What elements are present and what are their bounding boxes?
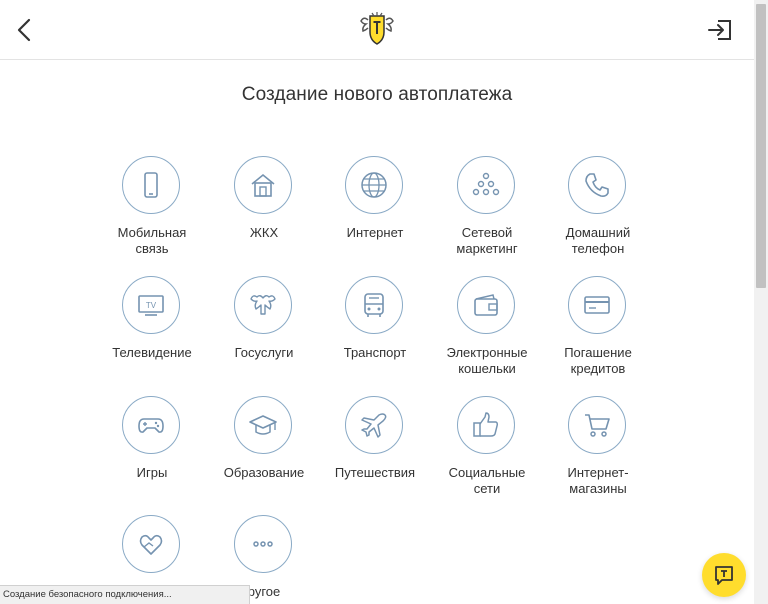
graduation-cap-icon <box>249 415 277 435</box>
category-label: Телевидение <box>112 345 192 360</box>
category-icon-circle[interactable] <box>345 156 403 214</box>
mobile-phone-icon <box>144 172 158 198</box>
category-icon-circle[interactable] <box>234 515 292 573</box>
gamepad-icon <box>138 418 164 433</box>
category-grid: Мобильная связь ЖКХ Интернет Сетевой маркет… <box>0 0 754 604</box>
more-dots-icon <box>253 541 273 547</box>
svg-text:TV: TV <box>146 301 157 310</box>
category-icon-circle[interactable]: TV <box>122 276 180 334</box>
scrollbar-thumb[interactable] <box>756 4 766 288</box>
category-label: Транспорт <box>343 345 407 360</box>
globe-icon <box>361 172 387 198</box>
category-icon-circle[interactable] <box>345 276 403 334</box>
shopping-cart-icon <box>585 414 610 437</box>
category-label: Погашение кредитов <box>564 345 632 376</box>
category-icon-circle[interactable] <box>122 156 180 214</box>
house-icon <box>251 173 275 197</box>
category-label: Игры <box>136 465 168 480</box>
handset-icon <box>585 173 609 197</box>
category-label: Интернет- магазины <box>567 465 629 496</box>
category-icon-circle[interactable] <box>457 156 515 214</box>
network-icon <box>472 172 500 196</box>
category-icon-circle[interactable] <box>234 396 292 454</box>
category-icon-circle[interactable] <box>234 156 292 214</box>
category-icon-circle[interactable] <box>122 515 180 573</box>
category-icon-circle[interactable] <box>457 276 515 334</box>
browser-status-bar: Создание безопасного подключения... <box>0 585 250 604</box>
category-icon-circle[interactable] <box>568 156 626 214</box>
bus-icon <box>364 293 384 317</box>
category-icon-circle[interactable] <box>234 276 292 334</box>
category-label: Путешествия <box>334 465 416 480</box>
category-label: Мобильная связь <box>117 225 187 256</box>
category-icon-circle[interactable] <box>568 276 626 334</box>
category-icon-circle[interactable] <box>122 396 180 454</box>
category-label: Интернет <box>346 225 404 240</box>
category-icon-circle[interactable] <box>457 396 515 454</box>
card-icon <box>584 296 610 314</box>
heart-hands-icon <box>139 534 163 555</box>
category-icon-circle[interactable] <box>345 396 403 454</box>
category-icon-circle[interactable] <box>568 396 626 454</box>
chat-icon <box>715 566 733 585</box>
eagle-emblem-icon <box>250 295 276 315</box>
thumbs-up-icon <box>473 412 499 437</box>
tv-icon: TV <box>138 295 164 316</box>
chat-button[interactable] <box>702 553 746 597</box>
category-label: Домашний телефон <box>565 225 631 256</box>
airplane-icon <box>361 413 387 438</box>
wallet-icon <box>474 294 498 316</box>
